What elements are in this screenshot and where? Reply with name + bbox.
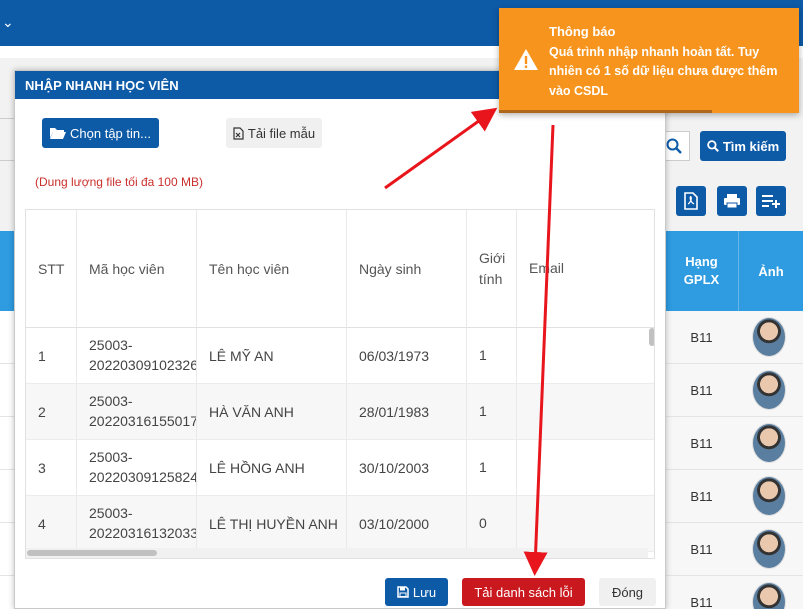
hang-gplx-cell: B11: [690, 435, 713, 451]
horizontal-scrollbar[interactable]: [26, 548, 648, 558]
student-name-cell: HÀ VĂN ANH: [197, 384, 347, 439]
hang-gplx-cell: B11: [690, 541, 713, 557]
file-size-note: (Dung lượng file tối đa 100 MB): [35, 175, 203, 189]
notification-toast[interactable]: Thông báo Quá trình nhập nhanh hoàn tất.…: [499, 8, 799, 113]
avatar: [752, 582, 786, 609]
stt-cell: 2: [26, 384, 77, 439]
scrollbar-thumb[interactable]: [27, 550, 157, 556]
student-code-cell: 25003- 20220316155017: [77, 384, 197, 439]
vertical-scrollbar[interactable]: [648, 328, 654, 548]
student-code-cell: 25003- 20220316132033: [77, 496, 197, 551]
avatar: [752, 317, 786, 357]
column-header-email: Email: [529, 260, 565, 276]
search-icon: [707, 140, 719, 152]
email-cell: [517, 384, 654, 439]
table-row[interactable]: B11: [665, 523, 803, 576]
table-row-edge: [0, 417, 14, 470]
export-pdf-button[interactable]: [676, 186, 706, 216]
table-header: [0, 231, 14, 311]
table-row[interactable]: 4 25003- 20220316132033 LÊ THỊ HUYỀN ANH 03…: [26, 496, 654, 552]
pdf-icon: [684, 192, 698, 210]
table-row-edge: [0, 364, 14, 417]
table-row-edge: [0, 311, 14, 364]
notification-title: Thông báo: [549, 24, 616, 39]
quick-import-dialog: NHẬP NHANH HỌC VIÊN Chọn tập tin... Tải …: [14, 70, 666, 609]
hang-gplx-cell: B11: [690, 382, 713, 398]
student-name-cell: LÊ THỊ HUYỀN ANH: [197, 496, 347, 551]
table-row[interactable]: B11: [665, 311, 803, 364]
table-row[interactable]: 2 25003- 20220316155017 HÀ VĂN ANH 28/01/19…: [26, 384, 654, 440]
table-header: STT Mã học viên Tên học viên Ngày sinh G…: [26, 210, 654, 328]
column-header-stt: STT: [26, 210, 77, 327]
table-body: 1 25003- 20220309102326 LÊ MỸ AN 06/03/1973…: [26, 328, 654, 552]
column-header-ngay-sinh: Ngày sinh: [347, 210, 467, 327]
search-button[interactable]: Tìm kiếm: [700, 131, 786, 161]
column-header-ma-hoc-vien: Mã học viên: [77, 210, 197, 327]
download-template-label: Tải file mẫu: [247, 125, 316, 141]
table-header: Hạng GPLX Ảnh: [665, 231, 803, 311]
scrollbar-thumb[interactable]: [649, 328, 654, 346]
table-row[interactable]: B11: [665, 470, 803, 523]
choose-file-label: Chọn tập tin...: [70, 125, 151, 141]
gender-cell: 1: [467, 440, 517, 495]
save-label: Lưu: [412, 584, 437, 600]
student-code-cell: 25003- 20220309102326: [77, 328, 197, 383]
column-header-hang-gplx: Hạng GPLX: [683, 253, 720, 287]
playlist-add-icon: [762, 195, 780, 208]
chevron-down-icon[interactable]: ⌄: [2, 14, 14, 31]
email-cell: [517, 440, 654, 495]
stt-cell: 3: [26, 440, 77, 495]
student-name-cell: LÊ MỸ AN: [197, 328, 347, 383]
birth-date-cell: 28/01/1983: [347, 384, 467, 439]
student-name-cell: LÊ HỒNG ANH: [197, 440, 347, 495]
gender-cell: 1: [467, 384, 517, 439]
table-row[interactable]: B11: [665, 364, 803, 417]
excel-file-icon: [233, 126, 244, 140]
table-row[interactable]: 3 25003- 20220309125824 LÊ HỒNG ANH 30/10/2…: [26, 440, 654, 496]
table-row[interactable]: B11: [665, 417, 803, 470]
floppy-disk-icon: [397, 586, 409, 598]
notification-progress-bar: [499, 110, 712, 113]
stt-cell: 4: [26, 496, 77, 551]
download-template-button[interactable]: Tải file mẫu: [226, 118, 322, 148]
table-row[interactable]: B11: [665, 576, 803, 609]
student-code-cell: 25003- 20220309125824: [77, 440, 197, 495]
avatar: [752, 529, 786, 569]
column-header-gioi-tinh: Giới tính: [467, 210, 517, 327]
column-header-ten-hoc-vien: Tên học viên: [197, 210, 347, 327]
birth-date-cell: 30/10/2003: [347, 440, 467, 495]
avatar: [752, 423, 786, 463]
hang-gplx-cell: B11: [690, 594, 713, 609]
close-button[interactable]: Đóng: [599, 578, 656, 606]
import-preview-table: STT Mã học viên Tên học viên Ngày sinh G…: [25, 209, 655, 559]
warning-icon: [514, 49, 538, 70]
table-row-edge: [0, 470, 14, 523]
birth-date-cell: 06/03/1973: [347, 328, 467, 383]
column-header-anh: Ảnh: [738, 231, 803, 311]
gender-cell: 1: [467, 328, 517, 383]
add-list-button[interactable]: [756, 186, 786, 216]
hang-gplx-cell: B11: [690, 329, 713, 345]
stt-cell: 1: [26, 328, 77, 383]
email-cell: [517, 496, 654, 551]
printer-icon: [724, 194, 740, 209]
gender-cell: 0: [467, 496, 517, 551]
search-button-label: Tìm kiếm: [722, 138, 780, 154]
folder-open-icon: [50, 128, 67, 139]
email-cell: [517, 328, 654, 383]
download-error-list-button[interactable]: Tải danh sách lỗi: [462, 578, 585, 606]
print-button[interactable]: [717, 186, 747, 216]
table-row[interactable]: 1 25003- 20220309102326 LÊ MỸ AN 06/03/1973…: [26, 328, 654, 384]
notification-message: Quá trình nhập nhanh hoàn tất. Tuy nhiên…: [549, 45, 778, 98]
table-row-edge: [0, 523, 14, 576]
avatar: [752, 476, 786, 516]
table-row-edge: [0, 576, 14, 609]
birth-date-cell: 03/10/2000: [347, 496, 467, 551]
choose-file-button[interactable]: Chọn tập tin...: [42, 118, 159, 148]
avatar: [752, 370, 786, 410]
hang-gplx-cell: B11: [690, 488, 713, 504]
save-button[interactable]: Lưu: [385, 578, 448, 606]
